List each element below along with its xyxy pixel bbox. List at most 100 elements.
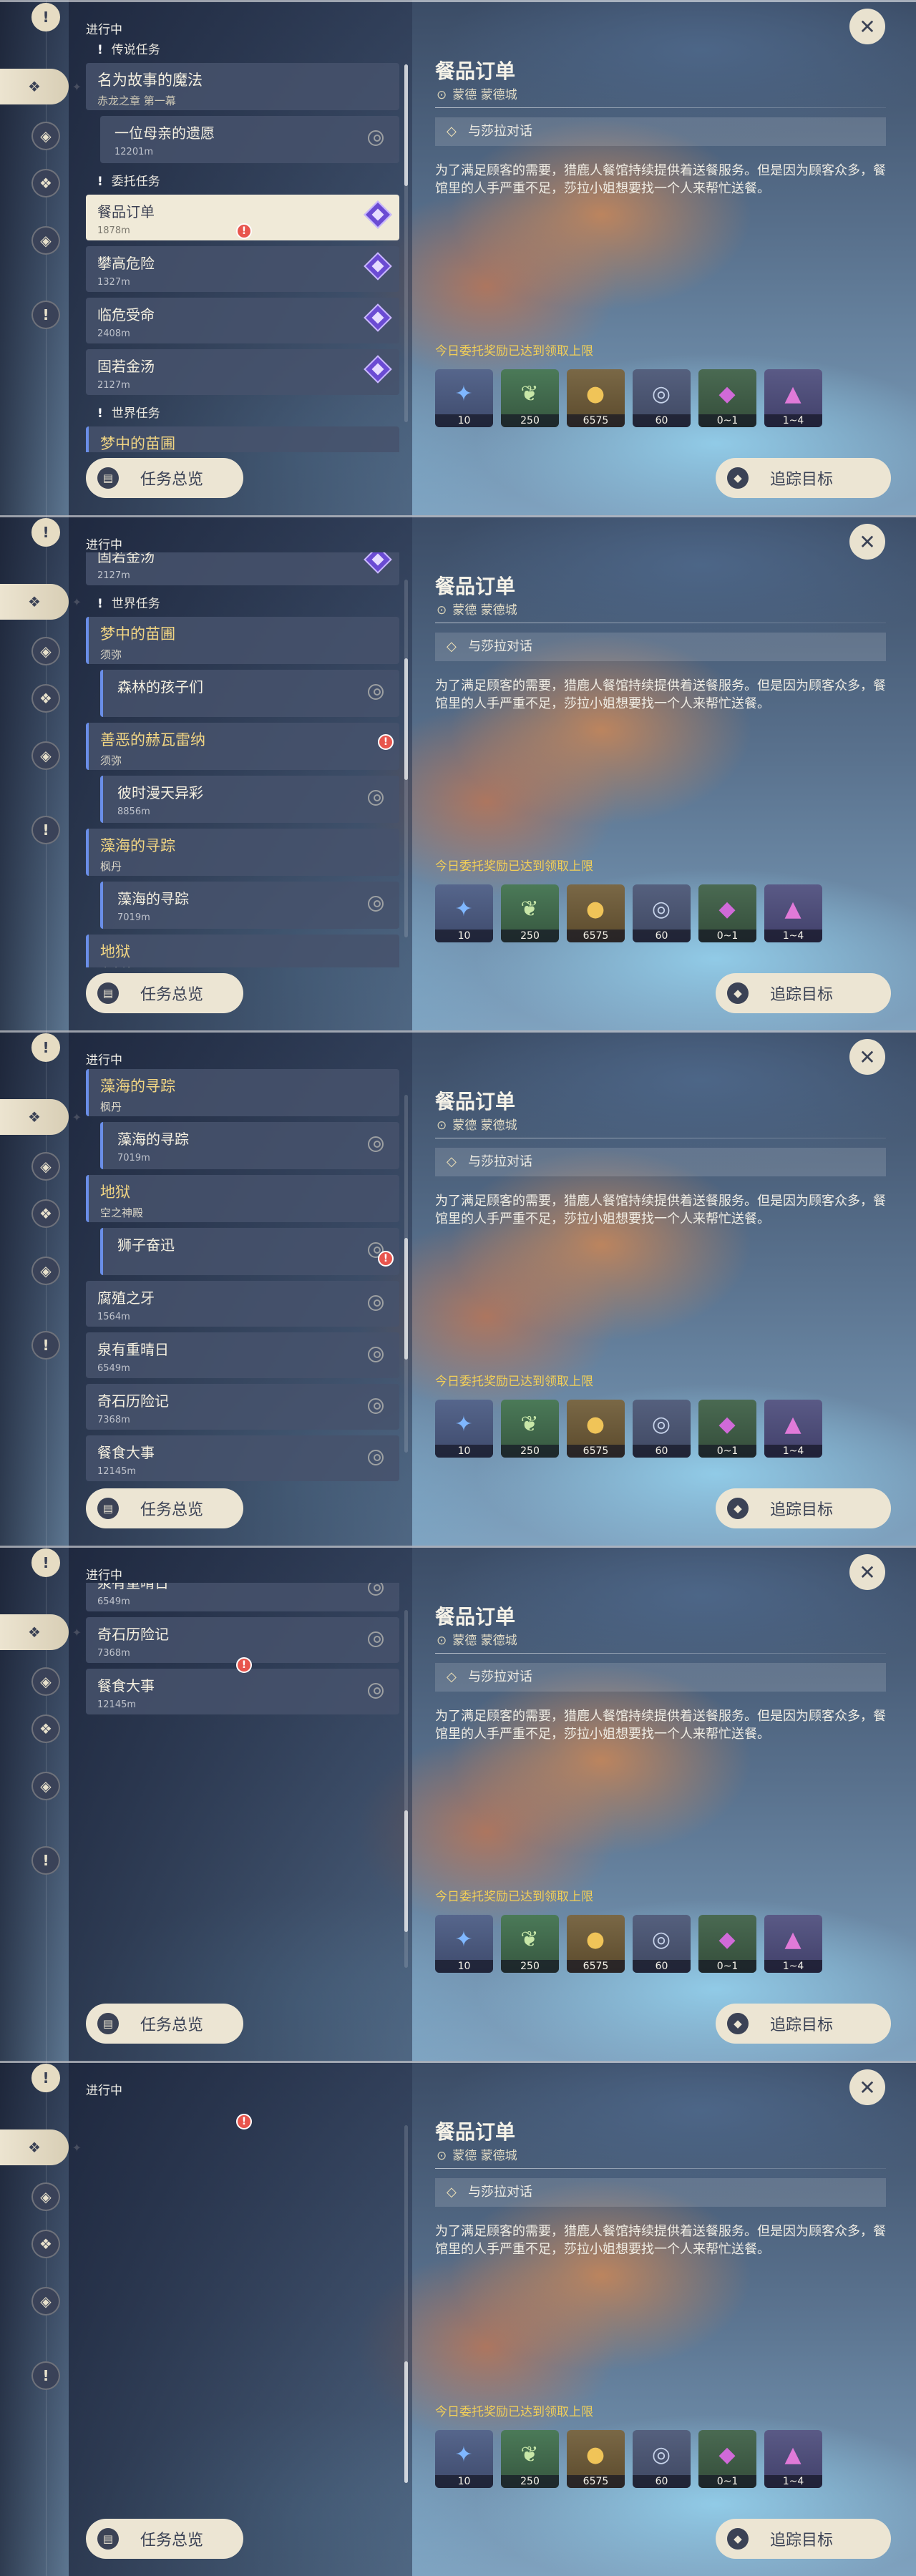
commission-quest-icon[interactable]: ❖ <box>31 1199 60 1228</box>
world-quest-icon[interactable]: ◈ <box>31 741 60 770</box>
reward-item[interactable]: ✦ 10 <box>435 884 493 942</box>
world-quest-main[interactable]: 藻海的寻踪 枫丹 <box>86 1069 399 1116</box>
reward-item[interactable]: ▲ 1~4 <box>764 2430 822 2488</box>
world-quest-main[interactable]: 善恶的赫瓦雷纳 须弥 <box>86 723 399 770</box>
world-quest-item[interactable]: 腐殖之牙 1564m <box>86 1281 399 1327</box>
world-quest-main[interactable]: 地狱 空之神殿 <box>86 935 399 967</box>
reward-item[interactable]: ◎ 60 <box>633 1400 691 1458</box>
archon-quest-icon[interactable]: ❖ <box>0 2129 82 2165</box>
close-button[interactable]: ✕ <box>849 9 885 44</box>
scrollbar-thumb[interactable] <box>404 64 408 186</box>
world-quest-icon[interactable]: ◈ <box>31 1257 60 1285</box>
reward-item[interactable]: ◎ 60 <box>633 369 691 427</box>
quest-list-scrollbar[interactable] <box>404 64 408 422</box>
reward-item[interactable]: ✦ 10 <box>435 1915 493 1973</box>
quest-tab-icon[interactable]: ! <box>31 3 60 31</box>
reward-item[interactable]: ❦ 250 <box>501 884 559 942</box>
reward-item[interactable]: ▲ 1~4 <box>764 1400 822 1458</box>
track-target-button[interactable]: ◆ 追踪目标 <box>716 1488 891 1528</box>
world-quest-sub[interactable]: 森林的孩子们 <box>100 670 399 717</box>
world-quest-sub[interactable]: 藻海的寻踪 7019m <box>100 882 399 929</box>
archon-quest-icon[interactable]: ❖ <box>0 1614 82 1650</box>
world-quest-sub[interactable]: 藻海的寻踪 7019m <box>100 1122 399 1169</box>
reward-item[interactable]: ❦ 250 <box>501 1915 559 1973</box>
story-quest-icon[interactable]: ◈ <box>31 637 60 665</box>
reward-item[interactable]: ❦ 250 <box>501 1400 559 1458</box>
close-button[interactable]: ✕ <box>849 1039 885 1075</box>
world-quest-main[interactable]: 梦中的苗圃 须弥 <box>86 426 399 452</box>
quest-list-scrollbar[interactable] <box>404 580 408 937</box>
reward-item[interactable]: ▲ 1~4 <box>764 884 822 942</box>
reward-item[interactable]: ◆ 0~1 <box>698 1915 756 1973</box>
event-quest-icon[interactable]: ! <box>31 2361 60 2390</box>
world-quest-item[interactable]: 奇石历险记 7368m <box>86 1617 399 1663</box>
commission-item[interactable]: 攀高危险 1327m <box>86 246 399 292</box>
world-quest-sub[interactable]: 彼时漫天异彩 8856m <box>100 776 399 823</box>
world-quest-item[interactable]: 泉有重晴日 6549m <box>86 1332 399 1378</box>
event-quest-icon[interactable]: ! <box>31 816 60 844</box>
archon-quest-icon[interactable]: ❖ <box>0 1099 82 1135</box>
world-quest-main[interactable]: 梦中的苗圃 须弥 <box>86 617 399 664</box>
world-quest-item[interactable]: 泉有重晴日 6549m <box>86 1583 399 1611</box>
quest-overview-button[interactable]: ▤ 任务总览 <box>86 458 243 498</box>
commission-quest-icon[interactable]: ❖ <box>31 2230 60 2258</box>
legend-quest-sub[interactable]: 一位母亲的遗愿 12201m <box>100 116 399 163</box>
story-quest-icon[interactable]: ◈ <box>31 1152 60 1181</box>
world-quest-item[interactable]: 奇石历险记 7368m <box>86 1384 399 1430</box>
quest-overview-button[interactable]: ▤ 任务总览 <box>86 1488 243 1528</box>
commission-quest-icon[interactable]: ❖ <box>31 684 60 713</box>
world-quest-item[interactable]: 餐食大事 12145m <box>86 1669 399 1714</box>
quest-list-scrollbar[interactable] <box>404 1610 408 1968</box>
scrollbar-thumb[interactable] <box>404 2361 408 2483</box>
quest-tab-icon[interactable]: ! <box>31 518 60 547</box>
commission-quest-icon[interactable]: ❖ <box>31 1714 60 1743</box>
reward-item[interactable]: ▲ 1~4 <box>764 369 822 427</box>
reward-item[interactable]: ● 6575 <box>567 884 625 942</box>
world-quest-sub[interactable]: 狮子奋迅 <box>100 1228 399 1275</box>
world-quest-item[interactable]: 餐食大事 12145m <box>86 1435 399 1481</box>
story-quest-icon[interactable]: ◈ <box>31 122 60 150</box>
quest-overview-button[interactable]: ▤ 任务总览 <box>86 2004 243 2044</box>
reward-item[interactable]: ▲ 1~4 <box>764 1915 822 1973</box>
quest-tab-icon[interactable]: ! <box>31 1548 60 1577</box>
world-quest-icon[interactable]: ◈ <box>31 226 60 255</box>
quest-list-scrollbar[interactable] <box>404 1095 408 1453</box>
world-quest-main[interactable]: 藻海的寻踪 枫丹 <box>86 829 399 876</box>
world-quest-icon[interactable]: ◈ <box>31 1772 60 1800</box>
reward-item[interactable]: ✦ 10 <box>435 2430 493 2488</box>
reward-item[interactable]: ● 6575 <box>567 1400 625 1458</box>
reward-item[interactable]: ◆ 0~1 <box>698 1400 756 1458</box>
quest-overview-button[interactable]: ▤ 任务总览 <box>86 2519 243 2559</box>
track-target-button[interactable]: ◆ 追踪目标 <box>716 2004 891 2044</box>
quest-tab-icon[interactable]: ! <box>31 2064 60 2092</box>
quest-overview-button[interactable]: ▤ 任务总览 <box>86 973 243 1013</box>
commission-quest-icon[interactable]: ❖ <box>31 169 60 197</box>
commission-item[interactable]: 固若金汤 2127m <box>86 349 399 395</box>
reward-item[interactable]: ❦ 250 <box>501 369 559 427</box>
quest-list-scrollbar[interactable] <box>404 2125 408 2483</box>
reward-item[interactable]: ◆ 0~1 <box>698 884 756 942</box>
reward-item[interactable]: ● 6575 <box>567 2430 625 2488</box>
event-quest-icon[interactable]: ! <box>31 1331 60 1360</box>
reward-item[interactable]: ◆ 0~1 <box>698 2430 756 2488</box>
reward-item[interactable]: ● 6575 <box>567 369 625 427</box>
event-quest-icon[interactable]: ! <box>31 1846 60 1875</box>
quest-tab-icon[interactable]: ! <box>31 1033 60 1062</box>
world-quest-icon[interactable]: ◈ <box>31 2287 60 2316</box>
track-target-button[interactable]: ◆ 追踪目标 <box>716 458 891 498</box>
close-button[interactable]: ✕ <box>849 1554 885 1590</box>
archon-quest-icon[interactable]: ❖ <box>0 584 82 620</box>
legend-quest-main[interactable]: 名为故事的魔法 赤龙之章 第一幕 <box>86 63 399 110</box>
world-quest-main[interactable]: 地狱 空之神殿 <box>86 1175 399 1222</box>
event-quest-icon[interactable]: ! <box>31 301 60 329</box>
reward-item[interactable]: ◎ 60 <box>633 1915 691 1973</box>
scrollbar-thumb[interactable] <box>404 1810 408 1932</box>
reward-item[interactable]: ✦ 10 <box>435 1400 493 1458</box>
archon-quest-icon[interactable]: ❖ <box>0 69 82 104</box>
reward-item[interactable]: ● 6575 <box>567 1915 625 1973</box>
track-target-button[interactable]: ◆ 追踪目标 <box>716 2519 891 2559</box>
reward-item[interactable]: ◆ 0~1 <box>698 369 756 427</box>
scrollbar-thumb[interactable] <box>404 658 408 780</box>
scrollbar-thumb[interactable] <box>404 1238 408 1360</box>
reward-item[interactable]: ✦ 10 <box>435 369 493 427</box>
